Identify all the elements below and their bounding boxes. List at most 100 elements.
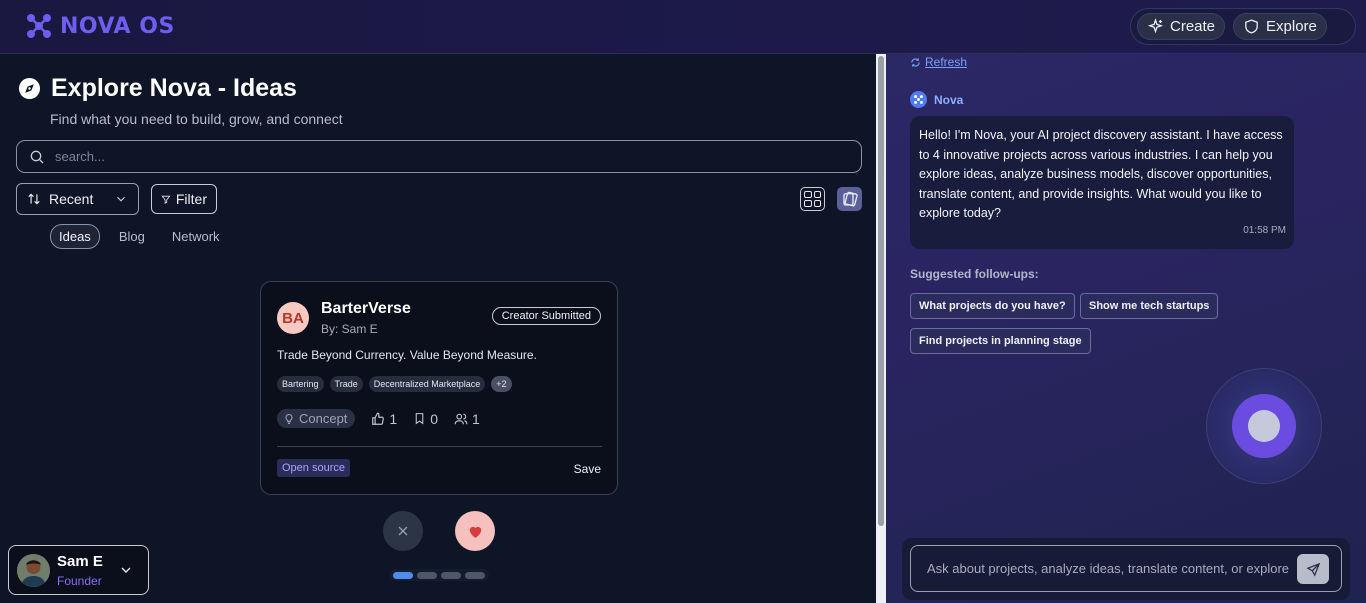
- send-button[interactable]: [1297, 554, 1329, 584]
- avatar: [17, 554, 50, 587]
- save-button[interactable]: Save: [574, 462, 601, 476]
- carousel-dot[interactable]: [465, 571, 485, 579]
- compass-icon: [18, 77, 41, 100]
- project-avatar: BA: [277, 302, 309, 334]
- stage-badge: Concept: [277, 409, 356, 428]
- followup-button[interactable]: Find projects in planning stage: [910, 328, 1091, 354]
- nova-logo-icon: [914, 95, 923, 104]
- sort-arrows-icon: [28, 193, 40, 205]
- chat-input[interactable]: [927, 561, 1297, 576]
- user-avatar-icon: [17, 554, 50, 587]
- followups-label: Suggested follow-ups:: [910, 267, 1039, 281]
- message-text: Hello! I'm Nova, your AI project discove…: [919, 128, 1283, 220]
- user-role: Founder: [57, 574, 102, 588]
- sparkle-icon: [1147, 18, 1164, 34]
- thumbs-up-icon: [372, 412, 385, 425]
- sort-label: Recent: [49, 191, 94, 207]
- carousel-indicator: [389, 569, 489, 581]
- chevron-down-icon: [121, 567, 131, 573]
- refresh-link[interactable]: Refresh: [910, 55, 967, 69]
- card-divider: [277, 446, 602, 447]
- carousel-dot[interactable]: [393, 571, 413, 579]
- tag: Trade: [329, 376, 363, 392]
- grid-view-button[interactable]: [800, 187, 825, 211]
- project-author: By: Sam E: [321, 322, 378, 336]
- page-title: Explore Nova - Ideas: [51, 74, 297, 102]
- page-title-row: Explore Nova - Ideas: [18, 74, 297, 103]
- tab-blog[interactable]: Blog: [111, 225, 153, 248]
- filter-label: Filter: [175, 191, 207, 207]
- nova-avatar: [910, 91, 927, 108]
- top-actions: Create Explore: [1130, 8, 1356, 45]
- user-name: Sam E: [57, 553, 103, 570]
- creator-submitted-badge: Creator Submitted: [491, 307, 601, 325]
- card-stack-view-button[interactable]: [837, 187, 862, 211]
- reject-button[interactable]: [383, 511, 423, 551]
- project-title[interactable]: BarterVerse: [321, 300, 411, 318]
- shield-icon: [1245, 19, 1258, 34]
- likes-stat[interactable]: 1: [371, 411, 397, 427]
- explore-panel: Explore Nova - Ideas Find what you need …: [0, 54, 876, 603]
- message-timestamp: 01:58 PM: [1243, 224, 1286, 236]
- create-button[interactable]: Create: [1137, 13, 1226, 40]
- content-tabs: Ideas Blog Network: [50, 224, 239, 249]
- create-label: Create: [1170, 18, 1216, 35]
- refresh-icon: [911, 57, 920, 67]
- carousel-dot[interactable]: [417, 571, 437, 579]
- chat-composer: [902, 538, 1350, 600]
- voice-orb-button[interactable]: [1232, 394, 1296, 458]
- tab-ideas[interactable]: Ideas: [50, 224, 100, 249]
- stack-cards-icon: [842, 191, 858, 207]
- refresh-label: Refresh: [925, 55, 968, 69]
- voice-orb-core: [1248, 410, 1280, 442]
- members-count: 1: [472, 410, 480, 427]
- search-icon: [30, 150, 44, 163]
- assistant-label: Nova: [910, 91, 963, 108]
- user-menu[interactable]: Sam E Founder: [8, 545, 149, 595]
- explore-button[interactable]: Explore: [1233, 13, 1327, 40]
- bookmarks-count: 0: [430, 410, 439, 427]
- project-card[interactable]: BA BarterVerse By: Sam E Creator Submitt…: [260, 281, 618, 495]
- scrollbar-thumb[interactable]: [878, 56, 884, 526]
- members-stat: 1: [454, 411, 480, 427]
- project-stats: Concept 1 0 1: [277, 409, 480, 428]
- explore-label: Explore: [1266, 18, 1317, 35]
- grid-cell-icon: [813, 191, 821, 198]
- send-icon: [1305, 562, 1320, 577]
- logo[interactable]: NOVA OS: [24, 11, 175, 41]
- project-tags: Bartering Trade Decentralized Marketplac…: [277, 376, 512, 392]
- search-bar: [16, 140, 862, 173]
- followup-button[interactable]: What projects do you have?: [910, 293, 1075, 319]
- carousel-dot[interactable]: [441, 571, 461, 579]
- tab-network[interactable]: Network: [164, 225, 228, 248]
- more-tags-badge[interactable]: +2: [491, 376, 512, 392]
- lightbulb-icon: [285, 413, 293, 424]
- like-button[interactable]: [455, 511, 495, 551]
- chat-input-wrapper: [910, 545, 1342, 592]
- grid-cell-icon: [804, 191, 812, 198]
- grid-cell-icon: [813, 200, 821, 207]
- filter-button[interactable]: Filter: [151, 184, 217, 214]
- bookmarks-stat[interactable]: 0: [413, 411, 438, 427]
- stage-label: Concept: [299, 411, 348, 426]
- assistant-message: Hello! I'm Nova, your AI project discove…: [910, 116, 1294, 249]
- grid-cell-icon: [804, 200, 812, 207]
- bookmark-icon: [415, 413, 424, 425]
- users-icon: [454, 413, 468, 424]
- likes-count: 1: [389, 410, 398, 427]
- close-icon: [398, 526, 408, 536]
- app-name: NOVA OS: [60, 13, 175, 39]
- heart-icon: [469, 526, 481, 538]
- top-bar: NOVA OS Create Explore: [0, 0, 1366, 54]
- page-subtitle: Find what you need to build, grow, and c…: [50, 111, 343, 127]
- left-panel-scrollbar[interactable]: [876, 54, 886, 603]
- followup-button[interactable]: Show me tech startups: [1080, 293, 1219, 319]
- nova-chat-panel: Refresh Nova Hello! I'm Nova, your AI pr…: [886, 54, 1366, 603]
- project-description: Trade Beyond Currency. Value Beyond Meas…: [277, 348, 537, 362]
- filter-icon: [161, 195, 171, 204]
- sort-dropdown[interactable]: Recent: [16, 183, 139, 215]
- chevron-down-icon: [117, 196, 125, 202]
- assistant-name: Nova: [934, 92, 964, 107]
- search-input[interactable]: [55, 149, 835, 164]
- nova-logo-icon: [27, 14, 51, 38]
